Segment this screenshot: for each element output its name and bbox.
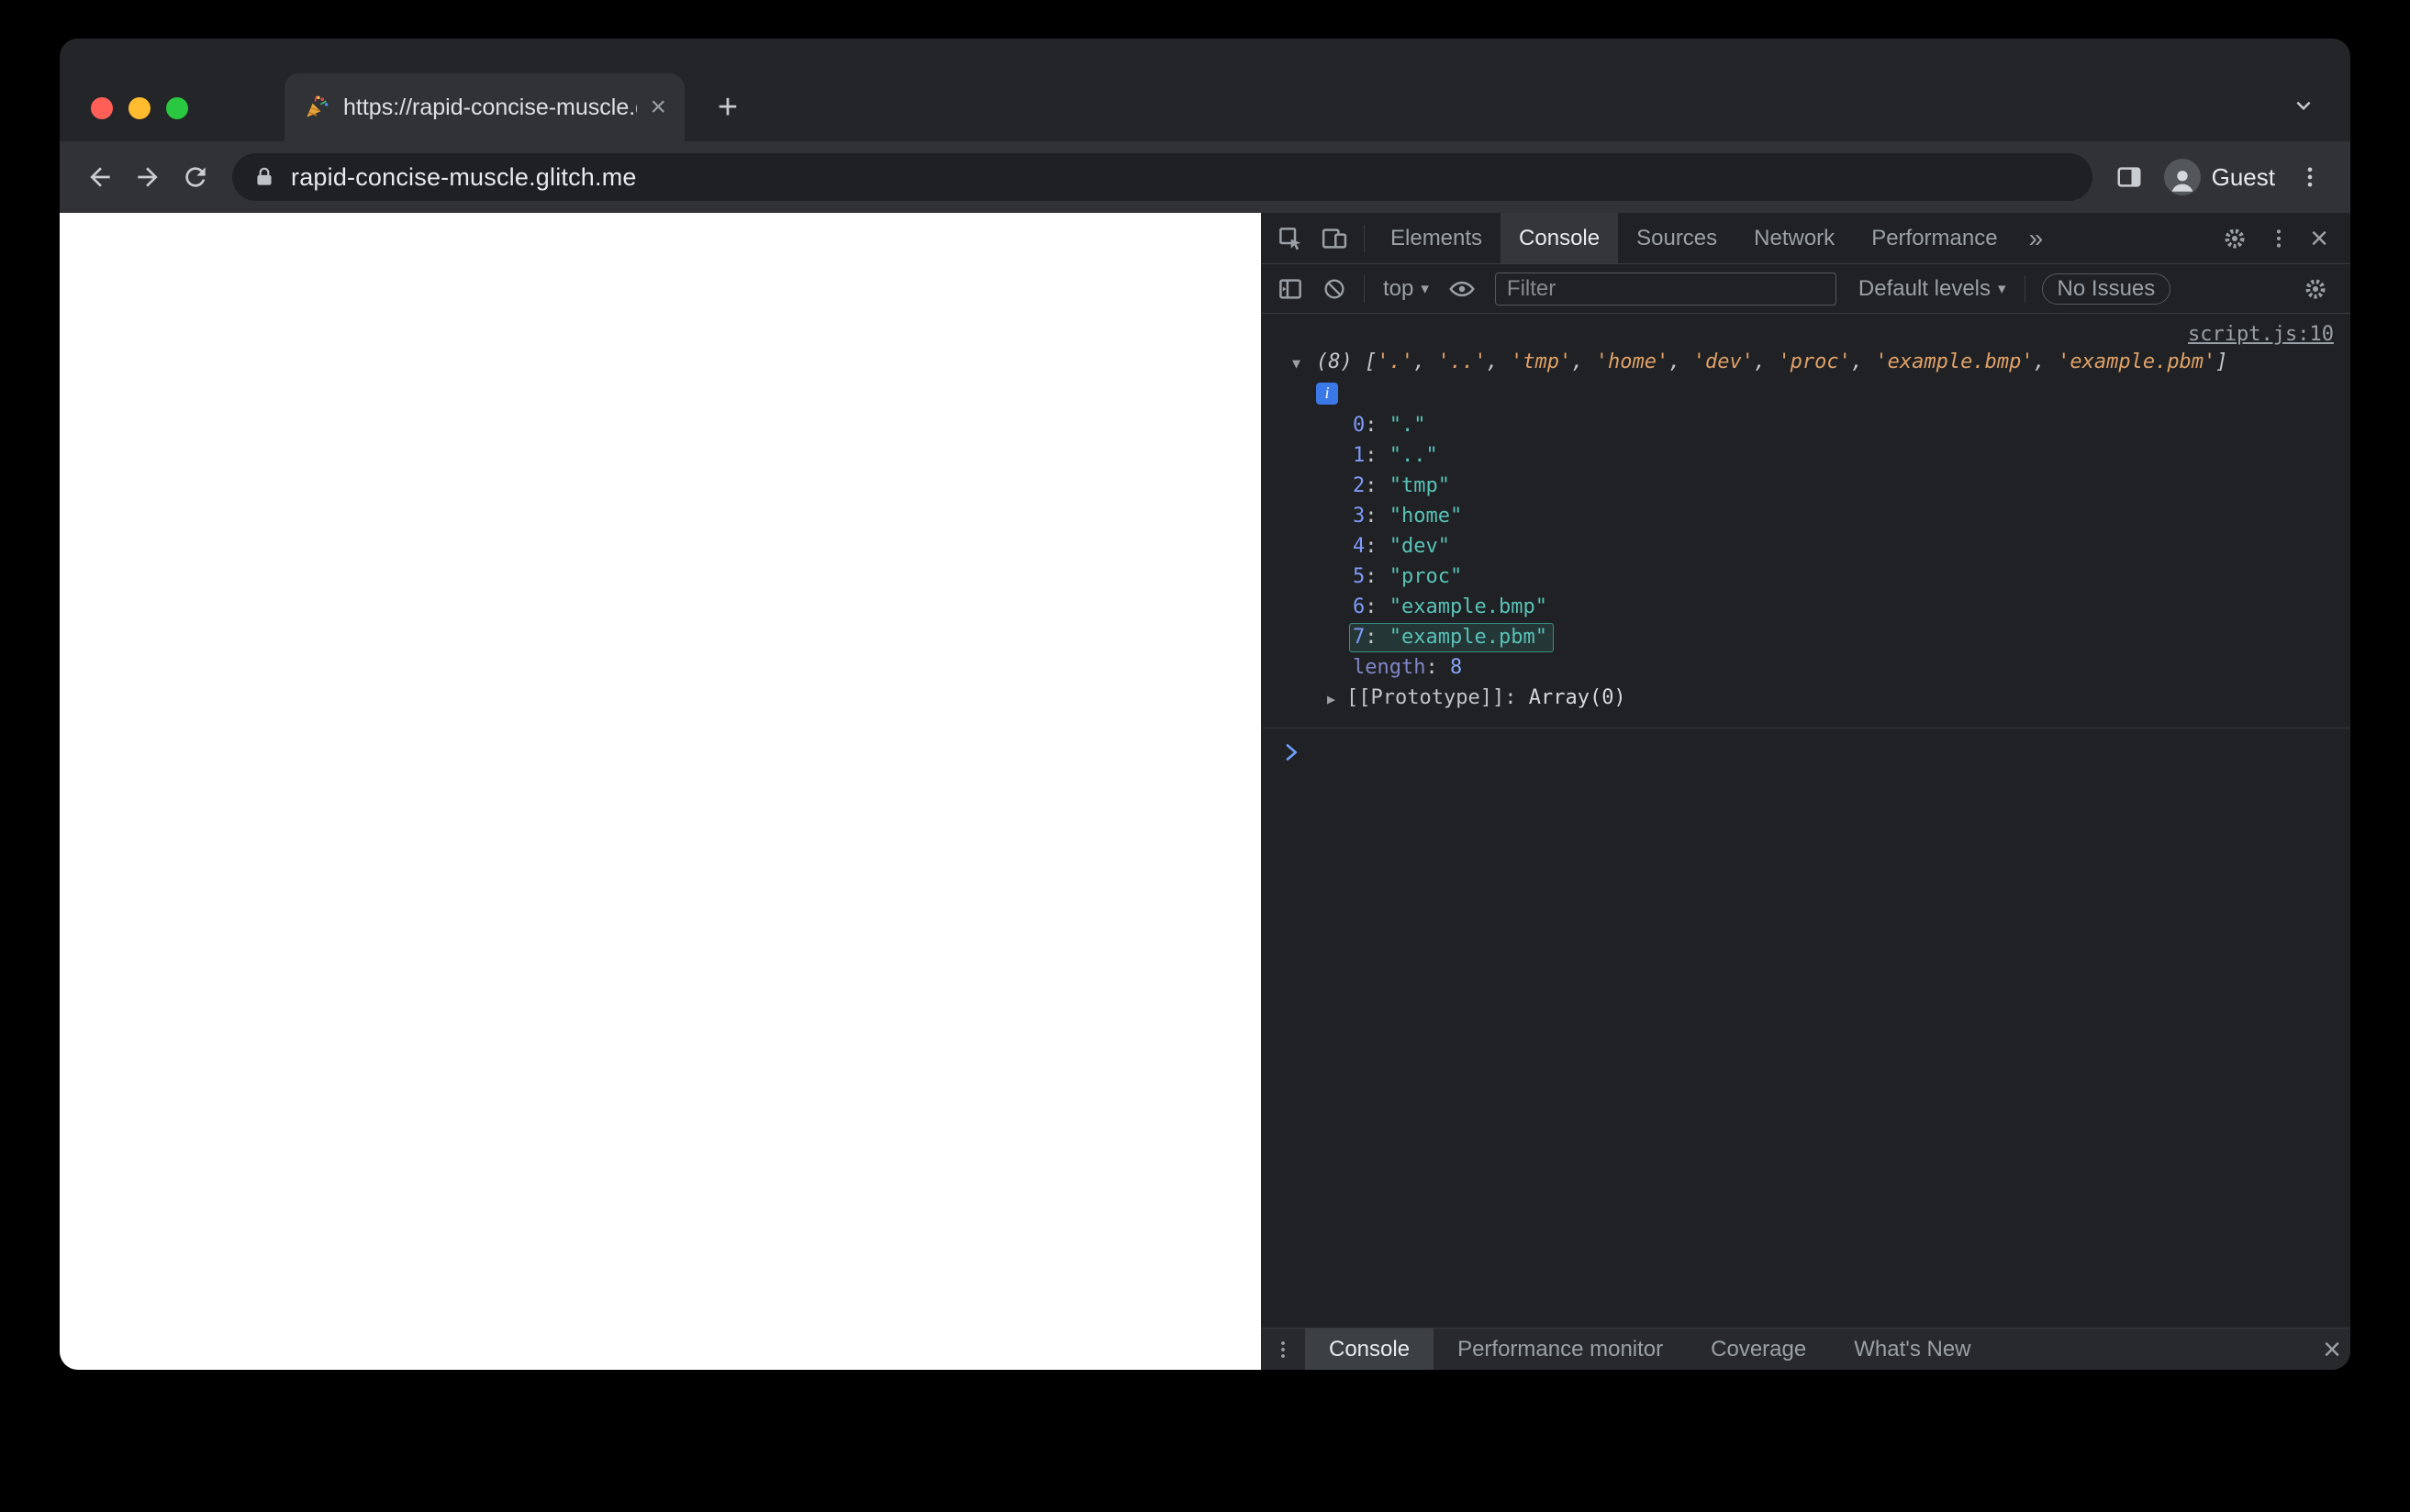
tab-search-chevron-icon[interactable] (2290, 92, 2317, 119)
profile-button[interactable]: Guest (2153, 159, 2286, 195)
inspect-element-button[interactable] (1268, 218, 1312, 259)
chevron-down-icon: ▾ (1421, 279, 1429, 297)
console-toolbar: top ▾ Default levels ▾ No Issues (1261, 264, 2350, 314)
prototype-value: Array(0) (1528, 686, 1626, 709)
array-entry-0[interactable]: 0: "." (1353, 410, 2336, 440)
prototype-label: [[Prototype]]: (1346, 686, 1517, 709)
side-panel-button[interactable] (2107, 155, 2151, 199)
prototype-row[interactable]: ▶ [[Prototype]]: Array(0) (1327, 683, 2336, 715)
tab-strip: https://rapid-concise-muscle.g × + (60, 39, 2350, 141)
array-entry-5[interactable]: 5: "proc" (1353, 561, 2336, 592)
clear-console-button[interactable] (1312, 269, 1356, 309)
drawer-tab-what-s-new[interactable]: What's New (1830, 1329, 1994, 1370)
array-entry-3[interactable]: 3: "home" (1353, 501, 2336, 531)
issues-counter[interactable]: No Issues (2041, 272, 2171, 305)
browser-tab[interactable]: https://rapid-concise-muscle.g × (285, 73, 685, 141)
avatar-icon (2163, 159, 2201, 195)
device-toolbar-button[interactable] (1312, 218, 1356, 259)
new-tab-button[interactable]: + (708, 87, 748, 128)
divider (1364, 224, 1365, 252)
window-zoom-button[interactable] (166, 97, 188, 119)
page-viewport (60, 213, 1261, 1370)
console-messages: script.js:10 ▼ (8) ['.', '..', 'tmp', 'h… (1261, 314, 2350, 1328)
array-entry-2[interactable]: 2: "tmp" (1353, 471, 2336, 501)
context-selector-value: top (1383, 275, 1414, 301)
party-popper-favicon-icon (303, 94, 330, 121)
source-location-link[interactable]: script.js:10 (2188, 323, 2334, 346)
drawer-tab-console[interactable]: Console (1305, 1329, 1434, 1370)
log-levels-selector[interactable]: Default levels ▾ (1847, 276, 2017, 302)
browser-menu-button[interactable] (2288, 155, 2332, 199)
array-count: (8) (1316, 350, 1353, 373)
devtools-tab-sources[interactable]: Sources (1618, 213, 1735, 263)
devtools-tab-console[interactable]: Console (1501, 213, 1619, 263)
devtools-tab-network[interactable]: Network (1735, 213, 1853, 263)
reload-button[interactable] (173, 155, 218, 199)
devtools-drawer: Console Performance monitor Coverage What's… (1261, 1328, 2350, 1370)
devtools-tab-performance[interactable]: Performance (1853, 213, 2015, 263)
info-line: i (1316, 381, 2336, 405)
drawer-tab-coverage[interactable]: Coverage (1687, 1329, 1830, 1370)
live-expression-eye-icon[interactable] (1440, 269, 1484, 309)
devtools-settings-gear-icon[interactable] (2213, 218, 2257, 259)
console-settings-gear-icon[interactable] (2293, 269, 2337, 309)
console-filter-input[interactable] (1494, 272, 1836, 306)
array-entry-1[interactable]: 1: ".." (1353, 440, 2336, 471)
array-entry-4[interactable]: 4: "dev" (1353, 531, 2336, 561)
console-prompt[interactable] (1261, 728, 2350, 762)
window-content: Elements Console Sources Network Performance… (60, 213, 2350, 1370)
forward-button[interactable] (126, 155, 170, 199)
devtools-panel-tabs: Elements Console Sources Network Performance (1372, 213, 2016, 263)
log-levels-value: Default levels (1858, 275, 1991, 301)
drawer-tab-performance-monitor[interactable]: Performance monitor (1434, 1329, 1687, 1370)
array-entry-7[interactable]: 7: "example.pbm" (1349, 622, 2336, 652)
array-preview-items: ['.', '..', 'tmp', 'home', 'dev', 'proc'… (1365, 350, 2228, 373)
window-controls (91, 97, 188, 119)
tab-title: https://rapid-concise-muscle.g (343, 94, 638, 120)
divider (1364, 274, 1365, 303)
url-text: rapid-concise-muscle.glitch.me (291, 162, 637, 191)
profile-name: Guest (2211, 162, 2275, 191)
length-value: 8 (1449, 656, 1463, 679)
devtools-panel: Elements Console Sources Network Performance… (1261, 213, 2350, 1370)
devtools-tabbar: Elements Console Sources Network Performance… (1261, 213, 2350, 264)
array-length-row: length: 8 (1353, 656, 1463, 679)
drawer-tabs: Console Performance monitor Coverage What's… (1305, 1329, 1995, 1370)
length-label: length (1353, 656, 1426, 679)
info-icon: i (1316, 382, 1338, 405)
drawer-close-button[interactable]: × (2314, 1334, 2350, 1365)
window-minimize-button[interactable] (128, 97, 151, 119)
drawer-menu-kebab-icon[interactable] (1261, 1339, 1305, 1361)
expand-triangle-icon[interactable]: ▼ (1292, 355, 1316, 372)
console-sidebar-button[interactable] (1268, 269, 1312, 309)
devtools-close-button[interactable]: × (2301, 223, 2337, 254)
devtools-tab-elements[interactable]: Elements (1372, 213, 1501, 263)
console-log-entry: script.js:10 ▼ (8) ['.', '..', 'tmp', 'h… (1261, 314, 2350, 728)
tab-close-icon[interactable]: × (650, 94, 666, 121)
address-bar[interactable]: rapid-concise-muscle.glitch.me (232, 153, 2092, 201)
collapsed-triangle-icon[interactable]: ▶ (1327, 691, 1335, 707)
array-entries: 0: "." 1: ".." 2: "tmp" 3: "home" 4: "dev" 5:… (1261, 410, 2336, 652)
lock-icon[interactable] (252, 165, 276, 189)
context-selector[interactable]: top ▾ (1372, 276, 1440, 302)
window-close-button[interactable] (91, 97, 113, 119)
back-button[interactable] (78, 155, 122, 199)
more-tabs-button[interactable]: » (2016, 224, 2057, 253)
array-preview[interactable]: ▼ (8) ['.', '..', 'tmp', 'home', 'dev', … (1292, 350, 2336, 373)
browser-toolbar: rapid-concise-muscle.glitch.me Guest (60, 141, 2350, 213)
chevron-down-icon: ▾ (1998, 279, 2006, 297)
devtools-menu-kebab-icon[interactable] (2257, 218, 2301, 259)
prompt-chevron-icon (1286, 744, 1298, 761)
browser-window: https://rapid-concise-muscle.g × + rapid… (60, 39, 2350, 1370)
array-entry-6[interactable]: 6: "example.bmp" (1353, 592, 2336, 622)
